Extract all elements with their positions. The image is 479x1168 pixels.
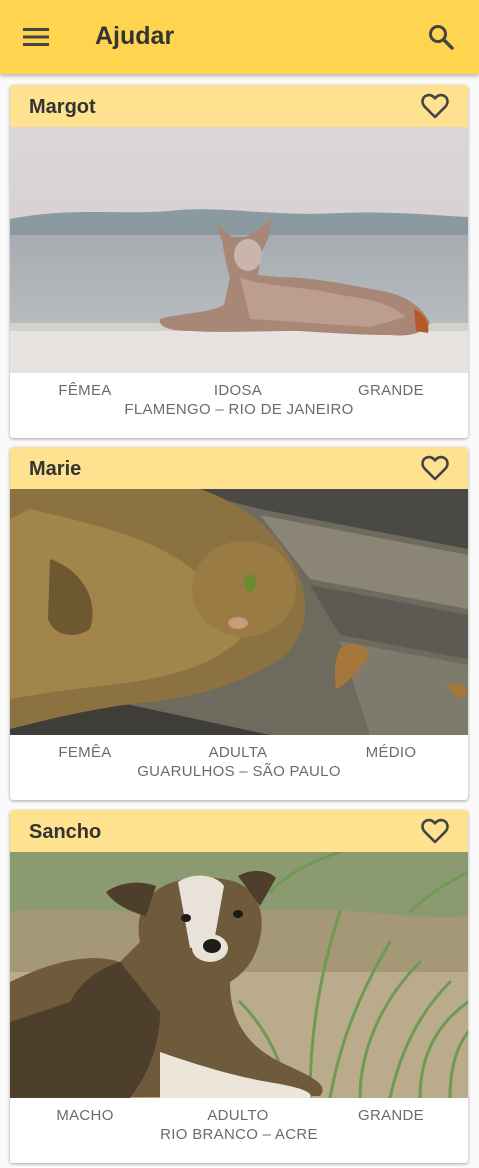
pet-age: IDOSA [213,382,263,399]
pet-age: ADULTO [207,1107,269,1124]
favorite-button[interactable] [420,817,450,845]
pet-photo[interactable] [10,127,468,373]
pet-attributes: FÊMEA IDOSA GRANDE [10,373,468,403]
favorite-button[interactable] [420,454,450,482]
heart-outline-icon [421,818,449,844]
search-button[interactable] [424,21,458,53]
pet-card[interactable]: Margot FÊMEA IDOSA GRANDE FLAMENGO – RIO… [10,85,468,438]
pet-size: GRANDE [358,1107,424,1124]
pet-attributes: MACHO ADULTO GRANDE [10,1098,468,1128]
pet-name: Marie [29,458,82,480]
menu-icon [23,28,49,46]
pet-size: GRANDE [358,382,424,399]
pet-location: RIO BRANCO – ACRE [160,1126,318,1143]
card-header: Marie [10,447,468,489]
pet-card[interactable]: Marie FEMÊA ADULTA MÉDIO GUARULHOS – SÃO… [10,447,468,800]
pet-location: FLAMENGO – RIO DE JANEIRO [124,401,354,418]
pet-photo[interactable] [10,852,468,1098]
card-header: Sancho [10,810,468,852]
pet-sex: FÊMEA [58,382,112,399]
card-header: Margot [10,85,468,127]
heart-outline-icon [421,93,449,119]
search-icon [429,25,454,50]
pet-name: Margot [29,96,96,118]
menu-button[interactable] [19,21,53,53]
pet-sex: FEMÊA [58,744,112,761]
pet-card[interactable]: Sancho MACHO ADULTO GRANDE RIO BRANCO – … [10,810,468,1163]
pet-name: Sancho [29,821,102,843]
app-bar: Ajudar [0,0,479,74]
pet-attributes: FEMÊA ADULTA MÉDIO [10,735,468,765]
pet-photo[interactable] [10,489,468,735]
favorite-button[interactable] [420,92,450,120]
page-title: Ajudar [95,22,175,50]
pet-location: GUARULHOS – SÃO PAULO [137,763,341,780]
pet-size: MÉDIO [365,744,417,761]
pet-sex: MACHO [56,1107,114,1124]
heart-outline-icon [421,455,449,481]
pet-age: ADULTA [208,744,268,761]
